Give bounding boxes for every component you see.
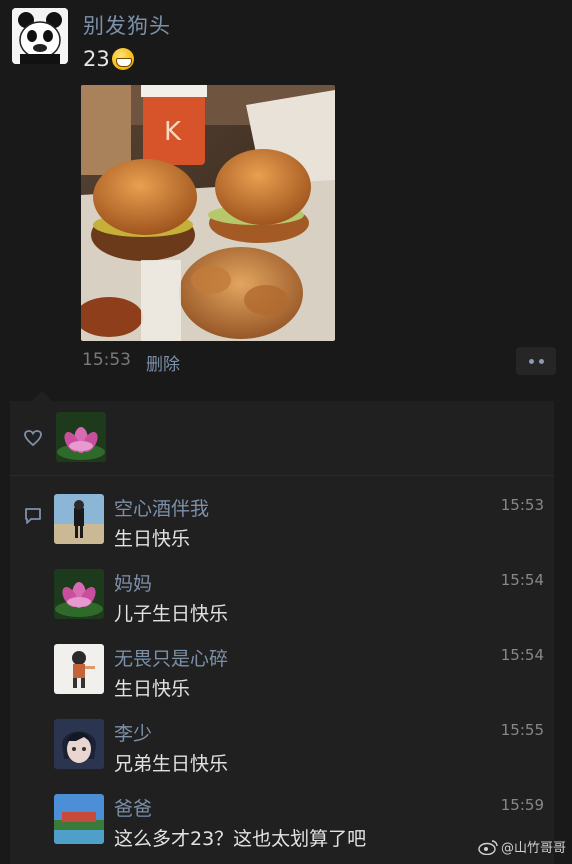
comment-text: 生日快乐 (114, 528, 191, 550)
comment-text: 兄弟生日快乐 (114, 753, 229, 775)
comment-time: 15:54 (500, 571, 544, 589)
comment-time: 15:54 (500, 646, 544, 664)
heart-icon (24, 430, 42, 446)
commenter-name[interactable]: 李少 (114, 719, 152, 746)
panda-meme-avatar (12, 8, 68, 64)
comment-item[interactable]: 无畏只是心碎 生日快乐 15:54 (54, 644, 544, 704)
panel-divider (10, 475, 554, 476)
dot-icon (528, 358, 534, 364)
delete-link[interactable]: 删除 (146, 350, 180, 375)
lotus-avatar (56, 412, 106, 462)
watermark-text: @山竹哥哥 (500, 841, 566, 856)
dot-icon (538, 358, 544, 364)
comment-item[interactable]: 爸爸 这么多才23？这也太划算了吧 15:59 (54, 794, 544, 854)
post-text-content: 23 (83, 47, 110, 71)
more-options-button[interactable] (516, 347, 556, 375)
post-author-name[interactable]: 别发狗头 (83, 10, 171, 40)
person-beach-avatar (54, 494, 104, 544)
commenter-name[interactable]: 无畏只是心碎 (114, 644, 228, 671)
post-text: 23 (83, 47, 134, 71)
author-avatar[interactable] (12, 8, 68, 64)
post-meta: 15:53 删除 (82, 350, 180, 375)
watermark: @山竹哥哥 (478, 837, 566, 856)
commenter-avatar[interactable] (54, 569, 104, 619)
comment-text: 这么多才23？这也太划算了吧 (114, 828, 367, 850)
post-image[interactable]: K (81, 85, 335, 341)
comment-icon (25, 508, 41, 524)
anime-boy-avatar (54, 719, 104, 769)
commenter-avatar[interactable] (54, 719, 104, 769)
svg-text:K: K (164, 117, 182, 147)
post-time: 15:53 (82, 350, 131, 370)
weibo-logo-icon (478, 839, 498, 855)
fast-food-photo: K (81, 85, 335, 341)
lotus-avatar (54, 569, 104, 619)
comment-text: 儿子生日快乐 (114, 603, 229, 625)
commenter-name[interactable]: 空心酒伴我 (114, 494, 209, 521)
comment-time: 15:55 (500, 721, 544, 739)
commenter-avatar[interactable] (54, 644, 104, 694)
commenter-avatar[interactable] (54, 794, 104, 844)
comment-time: 15:53 (500, 496, 544, 514)
commenter-avatar[interactable] (54, 494, 104, 544)
commenter-name[interactable]: 妈妈 (114, 569, 152, 596)
comment-item[interactable]: 空心酒伴我 生日快乐 15:53 (54, 494, 544, 554)
cartoon-character-avatar (54, 644, 104, 694)
grinning-face-icon (111, 48, 134, 70)
comment-item[interactable]: 妈妈 儿子生日快乐 15:54 (54, 569, 544, 629)
likes-comments-panel: 空心酒伴我 生日快乐 15:53 妈妈 儿子生日快乐 15:54 无畏只是心碎 … (10, 391, 554, 864)
landscape-avatar (54, 794, 104, 844)
comment-time: 15:59 (500, 796, 544, 814)
comment-item[interactable]: 李少 兄弟生日快乐 15:55 (54, 719, 544, 779)
commenter-name[interactable]: 爸爸 (114, 794, 152, 821)
liker-avatar[interactable] (56, 412, 106, 462)
comment-text: 生日快乐 (114, 678, 191, 700)
